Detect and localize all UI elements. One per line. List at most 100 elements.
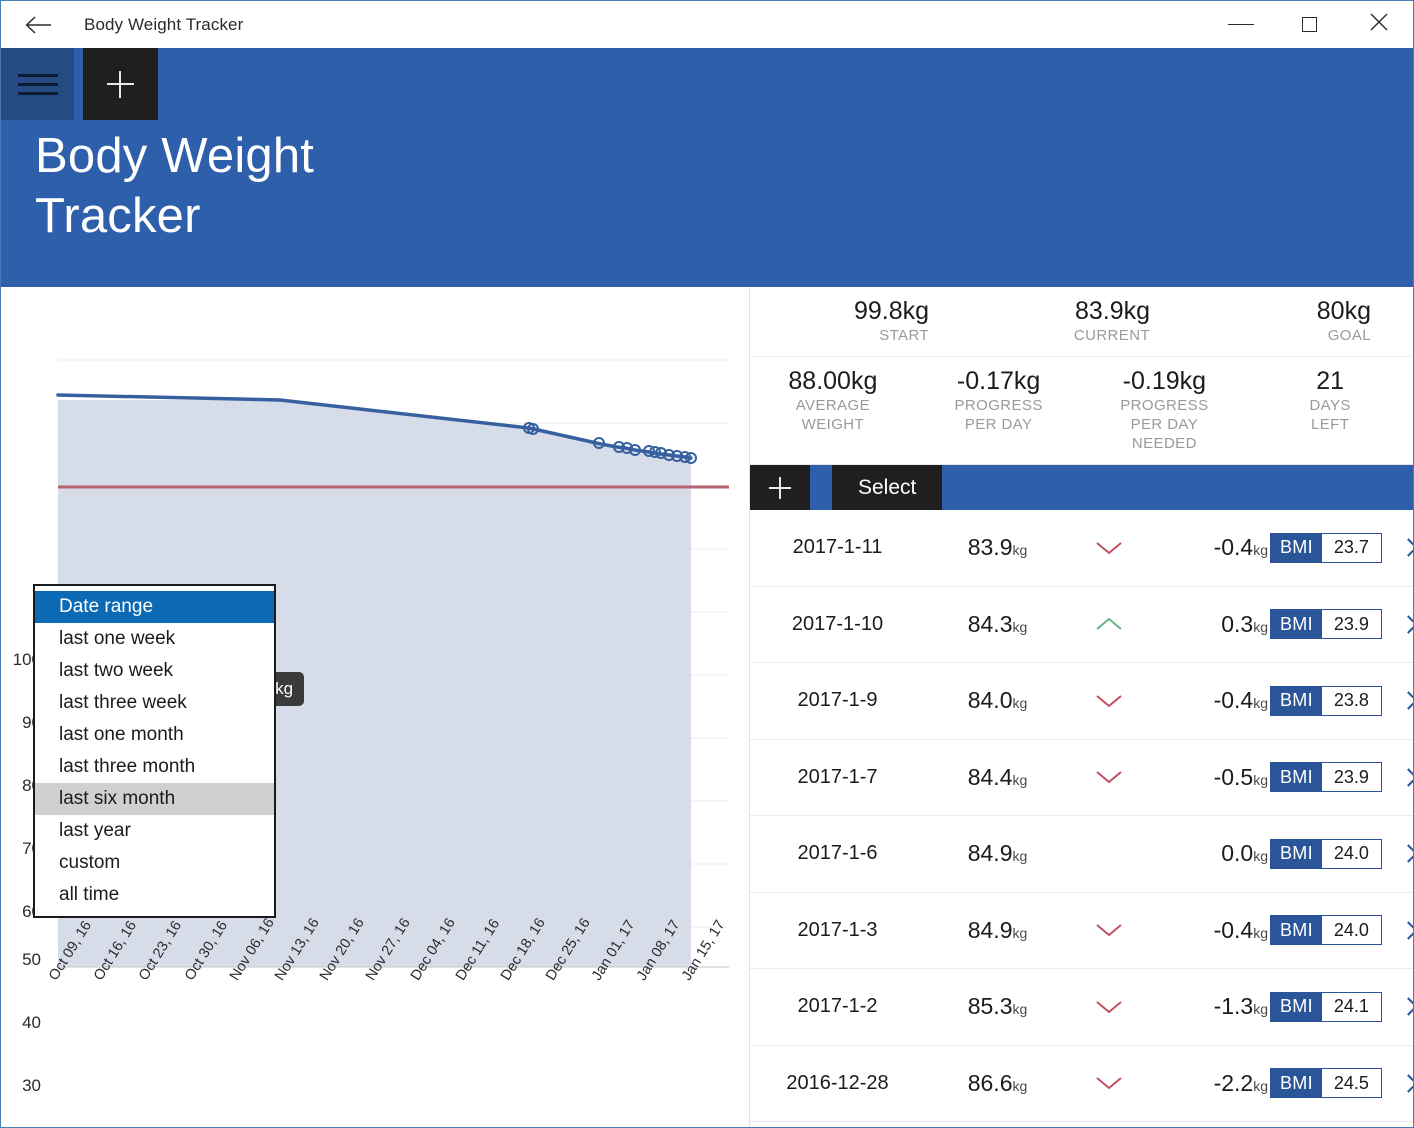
list-command-bar: Select xyxy=(750,465,1413,510)
entry-weight-value: 84.9 xyxy=(967,916,1013,943)
entry-delta-unit: kg xyxy=(1253,924,1268,941)
chevron-right-icon xyxy=(1399,844,1413,863)
date-range-dropdown[interactable]: Date range last one week last two week las… xyxy=(33,584,276,918)
page-title-line2: Tracker xyxy=(35,189,201,243)
bmi-badge: BMI 24.1 xyxy=(1270,991,1382,1022)
stat-label: START xyxy=(879,327,929,344)
entry-delta-unit: kg xyxy=(1253,618,1268,635)
back-button[interactable] xyxy=(15,2,61,48)
entry-list[interactable]: 2017-1-11 83.9kg -0.4kg BMI 23.7 2017-1-10 84.… xyxy=(750,510,1413,1127)
entry-weight-unit: kg xyxy=(1012,618,1028,635)
dropdown-item-last-one-week[interactable]: last one week xyxy=(35,623,274,655)
entry-detail-button[interactable] xyxy=(1392,844,1413,863)
entry-delta: -0.4kg xyxy=(1148,534,1270,561)
add-entry-button[interactable] xyxy=(83,48,158,120)
entry-bmi: BMI 23.7 xyxy=(1270,532,1392,563)
dropdown-item-last-one-month[interactable]: last one month xyxy=(35,719,274,751)
dropdown-item-last-three-month[interactable]: last three month xyxy=(35,751,274,783)
dropdown-item-last-six-month[interactable]: last six month xyxy=(35,783,274,815)
entry-date: 2017-1-2 xyxy=(797,995,878,1018)
entry-delta-unit: kg xyxy=(1253,771,1268,788)
stat-start: 99.8kg START xyxy=(750,287,971,356)
bmi-badge: BMI 24.5 xyxy=(1270,1068,1382,1099)
entry-weight-value: 84.9 xyxy=(967,840,1013,867)
entry-detail-button[interactable] xyxy=(1392,921,1413,940)
page-header: Body Weight Tracker xyxy=(1,120,1413,287)
entry-bmi: BMI 24.0 xyxy=(1270,915,1392,946)
entry-delta-unit: kg xyxy=(1253,1077,1268,1094)
bmi-badge: BMI 24.0 xyxy=(1270,838,1382,869)
bmi-value: 24.5 xyxy=(1321,1069,1381,1098)
entry-row[interactable]: 2016-12-28 86.6kg -2.2kg BMI 24.5 xyxy=(750,1046,1413,1122)
entry-detail-button[interactable] xyxy=(1392,768,1413,787)
entry-row[interactable]: 2017-1-10 84.3kg 0.3kg BMI 23.9 xyxy=(750,587,1413,663)
entry-delta: -0.5kg xyxy=(1148,764,1270,791)
entry-delta: -2.2kg xyxy=(1148,1070,1270,1097)
minimize-button[interactable] xyxy=(1206,1,1275,47)
dropdown-item-last-two-week[interactable]: last two week xyxy=(35,655,274,687)
stat-value: 99.8kg xyxy=(853,297,929,325)
entry-weight-unit: kg xyxy=(1012,1077,1028,1094)
dropdown-item-last-three-week[interactable]: last three week xyxy=(35,687,274,719)
chevron-right-icon xyxy=(1399,921,1413,940)
bmi-tag-label: BMI xyxy=(1271,992,1322,1021)
close-button[interactable] xyxy=(1344,1,1413,47)
entry-row[interactable]: 2017-1-9 84.0kg -0.4kg BMI 23.8 xyxy=(750,663,1413,740)
bmi-tag-label: BMI xyxy=(1271,839,1322,868)
entry-delta-unit: kg xyxy=(1253,542,1268,559)
window-controls xyxy=(1206,1,1413,47)
entry-row[interactable]: 2017-1-3 84.9kg -0.4kg BMI 24.0 xyxy=(750,893,1413,969)
dropdown-item-last-year[interactable]: last year xyxy=(35,815,274,847)
chevron-right-icon xyxy=(1399,615,1413,634)
entry-weight-value: 84.0 xyxy=(967,687,1013,714)
entry-detail-button[interactable] xyxy=(1392,1074,1413,1093)
dropdown-item-all-time[interactable]: all time xyxy=(35,879,274,911)
bmi-value: 24.1 xyxy=(1321,992,1381,1021)
entry-weight-value: 83.9 xyxy=(967,534,1013,561)
entry-delta-value: -2.2 xyxy=(1213,1069,1254,1096)
entry-weight: 85.3kg xyxy=(925,993,1070,1020)
stat-label: CURRENT xyxy=(1073,327,1150,344)
entry-row[interactable]: 2017-1-2 85.3kg -1.3kg BMI 24.1 xyxy=(750,969,1413,1046)
bmi-badge: BMI 23.7 xyxy=(1270,532,1382,563)
entry-date: 2017-1-9 xyxy=(797,689,878,712)
chevron-right-icon xyxy=(1399,1074,1413,1093)
chevron-right-icon xyxy=(1399,997,1413,1016)
list-add-button[interactable] xyxy=(750,465,810,510)
entry-delta: -0.4kg xyxy=(1148,687,1270,714)
details-pane: 99.8kg START 83.9kg CURRENT 80kg GOAL 88.00kg… xyxy=(749,287,1413,1127)
entry-bmi: BMI 23.9 xyxy=(1270,762,1392,793)
entry-delta: 0.3kg xyxy=(1148,611,1270,638)
stat-value: -0.17kg xyxy=(956,367,1041,395)
dropdown-item-custom[interactable]: custom xyxy=(35,847,274,879)
maximize-button[interactable] xyxy=(1275,1,1344,47)
entry-weight: 84.9kg xyxy=(925,917,1070,944)
entry-bmi: BMI 24.1 xyxy=(1270,991,1392,1022)
entry-delta-value: -0.4 xyxy=(1213,534,1254,561)
entry-weight-unit: kg xyxy=(1012,771,1028,788)
select-button[interactable]: Select xyxy=(832,465,943,510)
entry-detail-button[interactable] xyxy=(1392,538,1413,557)
stat-value: 83.9kg xyxy=(1074,297,1150,325)
bmi-tag-label: BMI xyxy=(1271,763,1322,792)
entry-row[interactable]: 2017-1-7 84.4kg -0.5kg BMI 23.9 xyxy=(750,740,1413,816)
entry-weight: 83.9kg xyxy=(925,534,1070,561)
y-tick-30: 30 xyxy=(22,1076,41,1095)
stat-value: 21 xyxy=(1316,367,1345,395)
entry-detail-button[interactable] xyxy=(1392,691,1413,710)
stat-value: 88.00kg xyxy=(788,367,878,395)
chevron-right-icon xyxy=(1399,691,1413,710)
entry-detail-button[interactable] xyxy=(1392,997,1413,1016)
entry-weight: 84.0kg xyxy=(925,687,1070,714)
entry-delta-unit: kg xyxy=(1253,1001,1268,1018)
entry-row[interactable]: 2016-12-1888.8kg0.0kgBMI25.1 xyxy=(750,1122,1413,1127)
bmi-tag-label: BMI xyxy=(1271,610,1322,639)
menu-button[interactable] xyxy=(1,48,74,120)
trend-down-icon xyxy=(1070,999,1148,1015)
entry-row[interactable]: 2017-1-11 83.9kg -0.4kg BMI 23.7 xyxy=(750,510,1413,587)
entry-row[interactable]: 2017-1-6 84.9kg 0.0kg BMI 24.0 xyxy=(750,816,1413,893)
stat-label: GOAL xyxy=(1327,327,1371,344)
entry-detail-button[interactable] xyxy=(1392,615,1413,634)
trend-down-icon xyxy=(1070,693,1148,709)
bmi-tag-label: BMI xyxy=(1271,916,1322,945)
